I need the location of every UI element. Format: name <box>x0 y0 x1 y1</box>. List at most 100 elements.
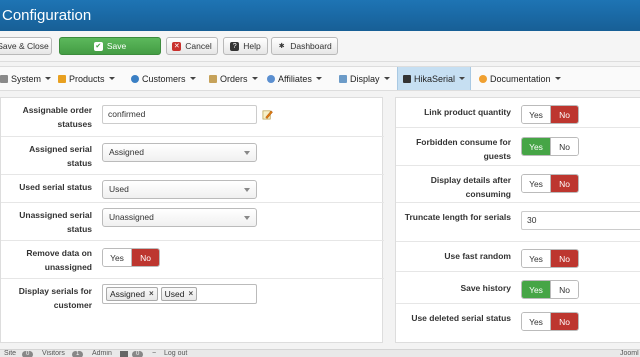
menu-orders[interactable]: Orders <box>209 67 258 90</box>
chevron-down-icon <box>315 77 322 80</box>
chevron-down-icon <box>45 77 52 80</box>
dashboard-button[interactable]: ✱ Dashboard <box>271 37 338 55</box>
truncate-length-for-serials-label: Truncate length for serials <box>404 212 511 222</box>
save-label: Save <box>106 41 127 51</box>
pencil-edit-icon[interactable] <box>262 109 273 120</box>
row-remove-data-on-unassigned: Remove data on unassigned Yes No <box>1 241 384 279</box>
no-option[interactable]: No <box>550 175 578 192</box>
menu-affiliates[interactable]: Affiliates <box>267 67 322 90</box>
save-history-label: Save history <box>460 283 511 293</box>
chevron-down-icon <box>244 188 250 192</box>
no-option[interactable]: No <box>550 313 578 330</box>
used-serial-status-label: Used serial status <box>19 182 92 192</box>
display-serials-for-customer-multiselect[interactable]: Assigned × Used × <box>102 284 257 304</box>
minus-icon: − <box>152 350 157 357</box>
row-use-deleted-serial-status: Use deleted serial status Yes No <box>396 304 640 342</box>
row-unassigned-serial-status: Unassigned serial status Unassigned <box>1 203 384 241</box>
tag-label: Used <box>164 289 185 299</box>
menu-products[interactable]: Products <box>58 67 115 90</box>
admin-count: 1 <box>72 351 84 357</box>
menu-documentation-label: Documentation <box>490 73 551 84</box>
remove-tag-icon[interactable]: × <box>188 288 193 300</box>
page-title: Configuration <box>2 7 92 24</box>
menu-customers[interactable]: Customers <box>131 67 196 90</box>
yes-option[interactable]: Yes <box>522 175 550 192</box>
use-fast-random-toggle: Yes No <box>521 249 579 268</box>
save-history-toggle: Yes No <box>521 280 579 299</box>
row-truncate-length-for-serials: Truncate length for serials 30 <box>396 203 640 242</box>
used-serial-status-value: Used <box>109 184 129 194</box>
yes-option[interactable]: Yes <box>522 313 550 330</box>
chevron-down-icon <box>189 77 196 80</box>
chevron-down-icon <box>554 77 561 80</box>
joomla-version-text: Jooml <box>620 350 639 357</box>
display-serials-for-customer-label: Display serials for customer <box>18 286 92 310</box>
dashboard-icon: ✱ <box>278 42 285 50</box>
dashboard-label: Dashboard <box>290 41 332 51</box>
menu-system-label: System <box>11 73 42 84</box>
row-use-fast-random: Use fast random Yes No <box>396 242 640 272</box>
row-used-serial-status: Used serial status Used <box>1 175 384 203</box>
logout-link[interactable]: Log out <box>164 350 187 357</box>
admin-count-badge: 1 <box>72 350 84 357</box>
menu-hikaserial[interactable]: HikaSerial <box>397 67 472 90</box>
cancel-button[interactable]: ✕ Cancel <box>166 37 218 55</box>
use-deleted-serial-status-toggle: Yes No <box>521 312 579 331</box>
assigned-serial-status-select[interactable]: Assigned <box>102 143 257 162</box>
customers-icon <box>131 74 139 83</box>
no-option[interactable]: No <box>550 250 578 267</box>
save-button[interactable]: ✔ Save <box>59 37 161 55</box>
cancel-label: Cancel <box>185 41 212 51</box>
assignable-order-statuses-input[interactable]: confirmed <box>102 105 257 124</box>
remove-data-on-unassigned-label: Remove data on unassigned <box>26 248 92 272</box>
tag-assigned: Assigned × <box>106 287 158 301</box>
menu-system[interactable]: System <box>0 67 52 90</box>
no-option[interactable]: No <box>550 138 578 155</box>
yes-option[interactable]: Yes <box>522 281 550 298</box>
admin-label: Admin <box>92 350 112 357</box>
visitors-count: 0 <box>22 351 34 357</box>
yes-option[interactable]: Yes <box>522 106 550 123</box>
menu-affiliates-label: Affiliates <box>278 73 312 84</box>
row-save-history: Save history Yes No <box>396 272 640 304</box>
help-circle-icon: ? <box>230 41 240 51</box>
chevron-down-icon <box>108 77 115 80</box>
messages-count-badge: 0 <box>132 350 144 357</box>
no-option[interactable]: No <box>550 106 578 123</box>
remove-tag-icon[interactable]: × <box>149 288 154 300</box>
menu-documentation[interactable]: Documentation <box>479 67 561 90</box>
assigned-serial-status-label: Assigned serial status <box>29 144 92 168</box>
unassigned-serial-status-label: Unassigned serial status <box>19 210 92 234</box>
truncate-length-input[interactable]: 30 <box>521 211 640 230</box>
display-icon <box>339 74 347 83</box>
used-serial-status-select[interactable]: Used <box>102 180 257 199</box>
menu-display[interactable]: Display <box>339 67 390 90</box>
yes-option[interactable]: Yes <box>103 249 131 266</box>
link-product-quantity-label: Link product quantity <box>424 107 511 117</box>
assignable-order-statuses-label: Assignable order statuses <box>22 105 92 129</box>
left-config-panel: Assignable order statuses confirmed Assi… <box>0 97 384 343</box>
forbidden-consume-for-guests-toggle: Yes No <box>521 137 579 156</box>
row-display-details-after-consuming: Display details after consuming Yes No <box>396 166 640 203</box>
yes-option[interactable]: Yes <box>522 250 550 267</box>
menu-display-label: Display <box>350 73 380 84</box>
display-details-after-consuming-toggle: Yes No <box>521 174 579 193</box>
forbidden-consume-for-guests-label: Forbidden consume for guests <box>416 137 511 161</box>
help-label: Help <box>243 41 261 51</box>
unassigned-serial-status-select[interactable]: Unassigned <box>102 208 257 227</box>
chevron-down-icon <box>244 216 250 220</box>
messages-count: 0 <box>132 351 144 357</box>
assigned-serial-status-value: Assigned <box>109 147 144 157</box>
tag-used: Used × <box>160 287 198 301</box>
no-option[interactable]: No <box>131 249 159 266</box>
help-button[interactable]: ? Help <box>223 37 268 55</box>
menu-products-label: Products <box>69 73 105 84</box>
save-close-button[interactable]: Save & Close <box>0 37 52 55</box>
yes-option[interactable]: Yes <box>522 138 550 155</box>
hikaserial-icon <box>403 74 411 83</box>
view-site-link[interactable]: Site <box>4 350 16 357</box>
no-option[interactable]: No <box>550 281 578 298</box>
use-deleted-serial-status-label: Use deleted serial status <box>411 313 511 323</box>
affiliates-icon <box>267 74 275 83</box>
system-icon <box>0 74 8 83</box>
